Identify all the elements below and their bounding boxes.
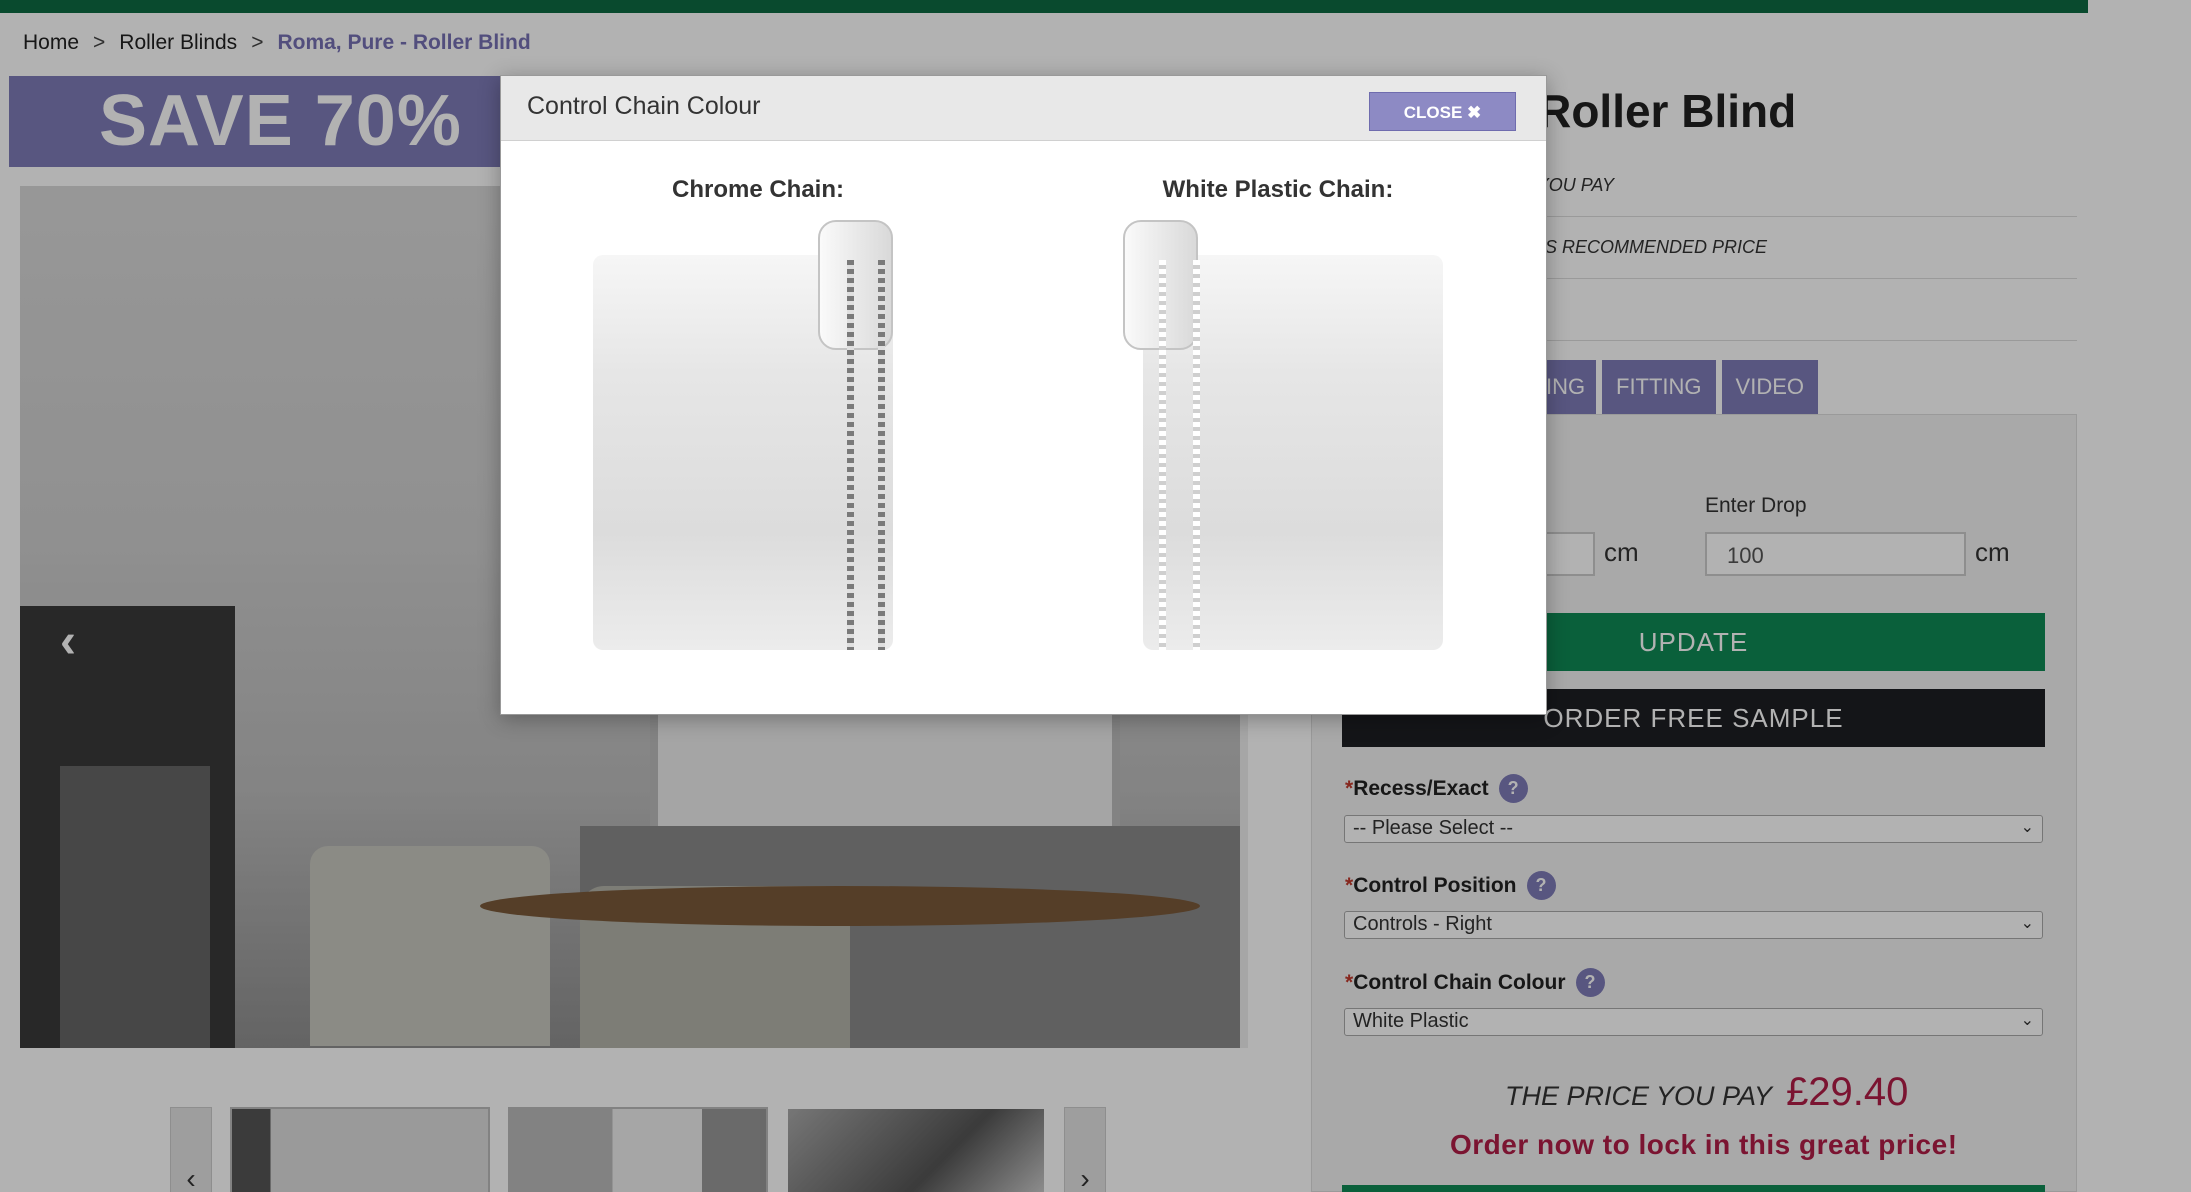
chain-colour-modal: Control Chain Colour CLOSE ✖ Chrome Chai… [500, 75, 1547, 715]
chain-caption: Chrome Chain: [671, 176, 844, 203]
chain-caption: White Plastic Chain: [1162, 176, 1394, 203]
chrome-chain-option: Chrome Chain: [593, 176, 923, 650]
modal-title: Control Chain Colour [527, 92, 761, 120]
close-button[interactable]: CLOSE ✖ [1369, 92, 1516, 131]
chrome-chain-image [593, 220, 923, 650]
white-plastic-chain-image [1113, 220, 1443, 650]
white-plastic-chain-option: White Plastic Chain: [1113, 176, 1443, 650]
modal-header: Control Chain Colour CLOSE ✖ [501, 76, 1546, 141]
